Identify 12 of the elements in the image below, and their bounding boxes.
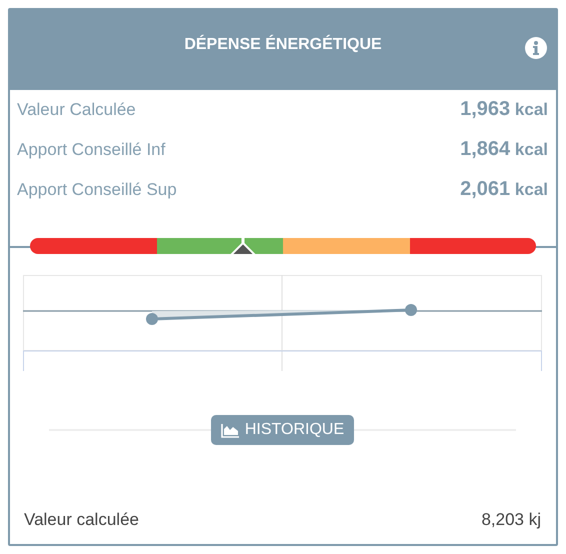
metric-value: 1,864 kcal: [460, 137, 548, 162]
footer-value: 8,203 kj: [481, 509, 541, 531]
metric-label: Apport Conseillé Inf: [17, 139, 166, 161]
metric-value: 1,963 kcal: [460, 97, 548, 122]
area-chart-icon: [220, 422, 240, 438]
metric-label: Apport Conseillé Sup: [17, 179, 177, 201]
metric-label: Valeur Calculée: [17, 99, 136, 121]
metric-value: 2,061 kcal: [460, 177, 548, 202]
footer-label: Valeur calculée: [24, 509, 139, 531]
info-icon[interactable]: [525, 37, 547, 59]
history-button[interactable]: HISTORIQUE: [210, 415, 354, 445]
card-title: DÉPENSE ÉNERGÉTIQUE: [184, 34, 382, 55]
